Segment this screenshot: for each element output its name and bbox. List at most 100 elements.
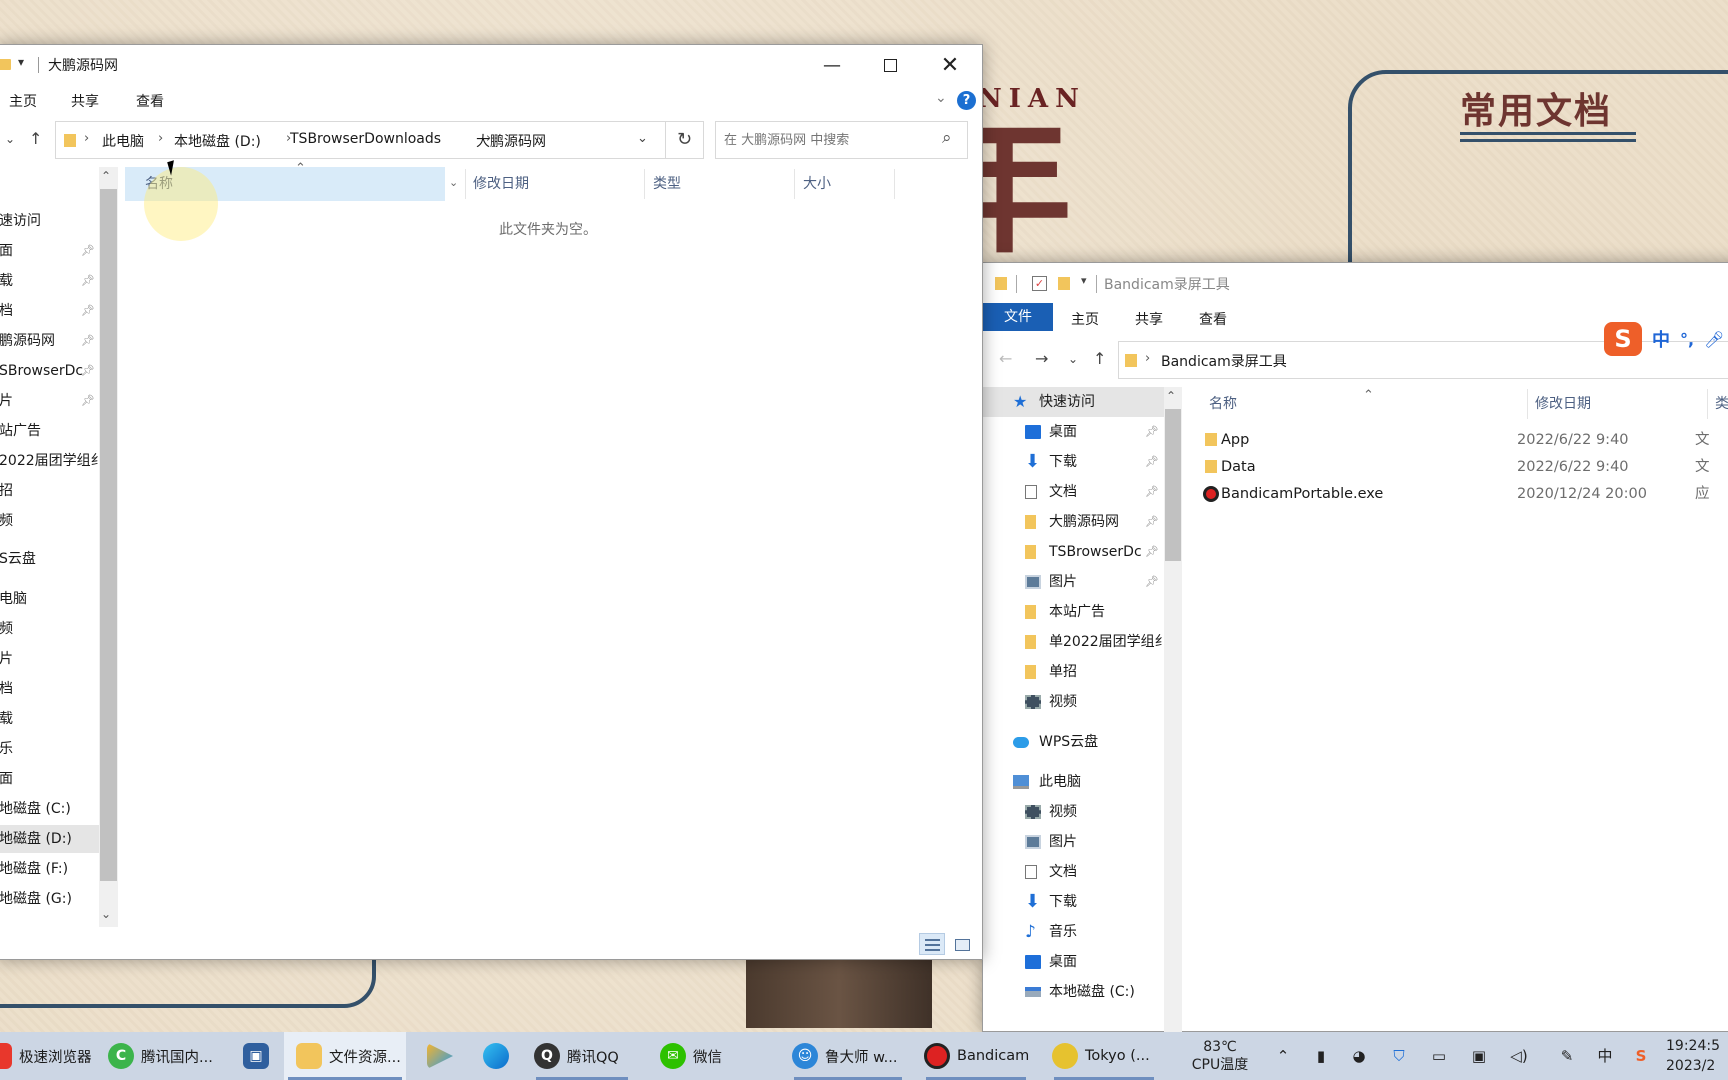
scroll-up-icon[interactable]: ⌃: [1166, 389, 1176, 403]
nav-item[interactable]: SBrowserDc 📌︎: [0, 357, 99, 385]
taskbar-app-wechat[interactable]: ✉ 微信: [660, 1032, 744, 1080]
nav-item[interactable]: S云盘: [0, 545, 99, 573]
column-header-date[interactable]: 修改日期: [1535, 387, 1591, 421]
taskbar-app-edge[interactable]: [476, 1032, 516, 1080]
maximize-button[interactable]: [861, 47, 919, 83]
nav-item[interactable]: 地磁盘 (G:): [0, 885, 99, 913]
recent-locations-chevron-icon[interactable]: ⌄: [5, 132, 15, 146]
column-divider[interactable]: [794, 169, 795, 199]
ime-toolbar[interactable]: S 中 °, 🎤︎: [1604, 322, 1728, 356]
nav-item[interactable]: 桌面 📌︎: [983, 417, 1165, 447]
nav-item[interactable]: 本站广告: [983, 597, 1165, 627]
taskbar-app-file-explorer[interactable]: 文件资源...: [284, 1032, 406, 1080]
pin-icon[interactable]: 📌︎: [1145, 537, 1159, 567]
nav-item[interactable]: 图片: [983, 827, 1165, 857]
microphone-icon[interactable]: 🎤︎: [1704, 330, 1724, 349]
nav-item[interactable]: 载 📌︎: [0, 267, 99, 295]
column-header-name[interactable]: 名称: [1209, 387, 1237, 421]
pin-icon[interactable]: 📌︎: [1145, 477, 1159, 507]
refresh-button[interactable]: ↻: [666, 121, 704, 159]
chevron-right-icon[interactable]: ›: [1145, 351, 1150, 366]
pen-icon[interactable]: ✎: [1556, 1032, 1578, 1080]
search-input[interactable]: [724, 130, 934, 150]
pin-icon[interactable]: 📌︎: [81, 357, 95, 385]
tab-home[interactable]: 主页: [1071, 309, 1099, 329]
column-divider[interactable]: [894, 169, 895, 199]
column-divider[interactable]: [1707, 389, 1708, 419]
pin-icon[interactable]: 📌︎: [81, 297, 95, 325]
nav-item[interactable]: 面: [0, 765, 99, 793]
up-arrow-icon[interactable]: ↑: [29, 129, 42, 148]
nav-item[interactable]: 单2022届团学组纟: [983, 627, 1165, 657]
taskbar-app-ludashi[interactable]: ☺ 鲁大师 w...: [788, 1032, 908, 1080]
nav-item[interactable]: 桌面: [983, 947, 1165, 977]
breadcrumb-tsbrowserdownloads[interactable]: TSBrowserDownloads: [290, 131, 441, 147]
nav-item[interactable]: 各: [0, 923, 99, 927]
column-header-date[interactable]: 修改日期: [473, 167, 529, 201]
nav-item[interactable]: 站广告: [0, 417, 99, 445]
forward-arrow-icon[interactable]: →: [1035, 349, 1048, 368]
pin-icon[interactable]: 📌︎: [1145, 447, 1159, 477]
scroll-thumb[interactable]: [1165, 409, 1181, 561]
taskbar-app-speed-browser[interactable]: 极速浏览器: [0, 1032, 104, 1080]
scroll-up-icon[interactable]: ⌃: [101, 169, 111, 183]
pin-icon[interactable]: 📌︎: [1145, 417, 1159, 447]
nav-item[interactable]: 载: [0, 705, 99, 733]
nav-item[interactable]: 2022届团学组纟: [0, 447, 99, 475]
breadcrumb-bandicam[interactable]: Bandicam录屏工具: [1161, 351, 1287, 371]
search-box[interactable]: ⌕: [715, 121, 968, 159]
taskbar-app-tokyo[interactable]: Tokyo (...: [1048, 1032, 1160, 1080]
nav-item[interactable]: 档 📌︎: [0, 297, 99, 325]
up-arrow-icon[interactable]: ↑: [1093, 349, 1106, 368]
taskbar-app-computer[interactable]: ▣: [236, 1032, 276, 1080]
breadcrumb-current-folder[interactable]: 大鹏源码网: [476, 131, 546, 151]
breadcrumb-this-pc[interactable]: 此电脑: [102, 131, 144, 151]
nav-item[interactable]: 视频: [983, 797, 1165, 827]
nav-item[interactable]: 文档 📌︎: [983, 477, 1165, 507]
cpu-temperature-widget[interactable]: 83℃ CPU温度: [1180, 1032, 1260, 1080]
nav-item[interactable]: 单招: [983, 657, 1165, 687]
nav-item[interactable]: 面 📌︎: [0, 237, 99, 265]
breadcrumb-drive-d[interactable]: 本地磁盘 (D:): [174, 131, 261, 151]
nav-scrollbar[interactable]: ⌃ ⌄: [99, 167, 118, 927]
column-divider[interactable]: [1527, 389, 1528, 419]
minimize-button[interactable]: —: [803, 47, 861, 83]
column-header-size[interactable]: 大小: [803, 167, 831, 201]
nav-item[interactable]: 地磁盘 (F:): [0, 855, 99, 883]
tab-file[interactable]: 文件: [983, 303, 1053, 331]
nav-item[interactable]: 此电脑: [983, 767, 1165, 797]
taskbar-app-qq[interactable]: Q 腾讯QQ: [530, 1032, 634, 1080]
taskbar-app-tencent[interactable]: C 腾讯国内...: [108, 1032, 248, 1080]
sogou-tray-icon[interactable]: S: [1630, 1032, 1652, 1080]
nav-item[interactable]: 片: [0, 645, 99, 673]
nav-item[interactable]: WPS云盘: [983, 727, 1165, 757]
nav-item[interactable]: 频: [0, 615, 99, 643]
pin-icon[interactable]: 📌︎: [1145, 507, 1159, 537]
nav-item[interactable]: 速访问: [0, 207, 99, 235]
large-icons-view-button[interactable]: [949, 933, 975, 955]
close-button[interactable]: ✕: [921, 47, 979, 83]
search-icon[interactable]: ⌕: [942, 128, 952, 148]
taskbar-app-bandicam[interactable]: Bandicam: [920, 1032, 1032, 1080]
recent-locations-chevron-icon[interactable]: ⌄: [1068, 352, 1078, 366]
battery-icon[interactable]: ▭: [1428, 1032, 1450, 1080]
ime-mode-chinese[interactable]: 中: [1652, 326, 1670, 352]
file-row[interactable]: App 2022/6/22 9:40 文: [1205, 427, 1728, 453]
show-hidden-icons-chevron-icon[interactable]: ⌃: [1272, 1032, 1294, 1080]
pin-icon[interactable]: 📌︎: [81, 237, 95, 265]
nav-item[interactable]: 频: [0, 507, 99, 535]
nav-item[interactable]: 招: [0, 477, 99, 505]
nav-item[interactable]: 档: [0, 675, 99, 703]
ime-punctuation[interactable]: °,: [1680, 330, 1694, 349]
quick-access-dropdown-icon[interactable]: ▾: [1081, 274, 1087, 287]
taskbar-app-media-player[interactable]: [420, 1032, 460, 1080]
expand-ribbon-chevron-icon[interactable]: ⌄: [935, 90, 947, 106]
explorer-window-dapeng[interactable]: ▾ 大鹏源码网 — ✕ 主页 共享 查看 ⌄ ? ⌄ ↑ › 此电脑 › 本地磁…: [0, 44, 983, 960]
chevron-right-icon[interactable]: ›: [158, 131, 163, 146]
tab-view[interactable]: 查看: [136, 91, 164, 111]
ime-indicator[interactable]: 中: [1594, 1032, 1616, 1080]
explorer-window-bandicam[interactable]: ✓ ▾ Bandicam录屏工具 文件 主页 共享 查看 ← → ⌄ ↑ › B…: [982, 262, 1728, 1037]
pin-icon[interactable]: 📌︎: [1145, 567, 1159, 597]
nav-item[interactable]: 电脑: [0, 585, 99, 613]
nav-item[interactable]: 地磁盘 (C:): [0, 795, 99, 823]
